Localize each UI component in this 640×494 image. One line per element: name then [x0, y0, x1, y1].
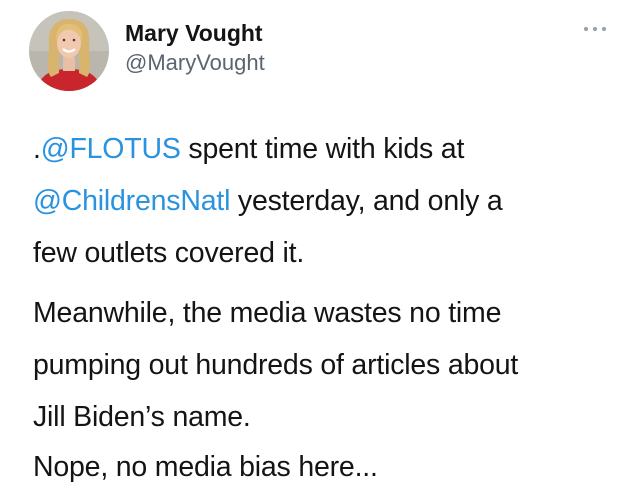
tweet-line: pumping out hundreds of articles about [33, 349, 519, 381]
mention-link-flotus[interactable]: @FLOTUS [41, 133, 181, 165]
mention-link-childrensnatl[interactable]: @ChildrensNatl [33, 185, 230, 217]
tweet-paragraph-2: Meanwhile, the media wastes no time pump… [33, 287, 623, 443]
tweet-card: Mary Vought @MaryVought .@FLOTUS spent t… [0, 0, 640, 494]
tweet-line: Meanwhile, the media wastes no time [33, 297, 502, 329]
tweet-paragraph-1: .@FLOTUS spent time with kids at @Childr… [33, 123, 623, 279]
tweet-text: spent time with kids at [180, 133, 465, 165]
author-display-name[interactable]: Mary Vought [125, 20, 263, 47]
more-horizontal-icon[interactable] [582, 22, 608, 34]
author-handle[interactable]: @MaryVought [125, 50, 265, 76]
avatar-photo [29, 11, 109, 91]
tweet-line: .@FLOTUS spent time with kids at [33, 123, 623, 175]
tweet-text: . [33, 133, 41, 165]
tweet-text: yesterday, and only a [230, 185, 503, 217]
tweet-paragraph-3: Nope, no media bias here... [33, 441, 623, 493]
tweet-line: @ChildrensNatl yesterday, and only a [33, 175, 623, 227]
tweet-line: Jill Biden’s name. [33, 401, 251, 433]
avatar[interactable] [29, 11, 109, 91]
tweet-line: Nope, no media bias here... [33, 451, 378, 483]
tweet-line: few outlets covered it. [33, 237, 305, 269]
